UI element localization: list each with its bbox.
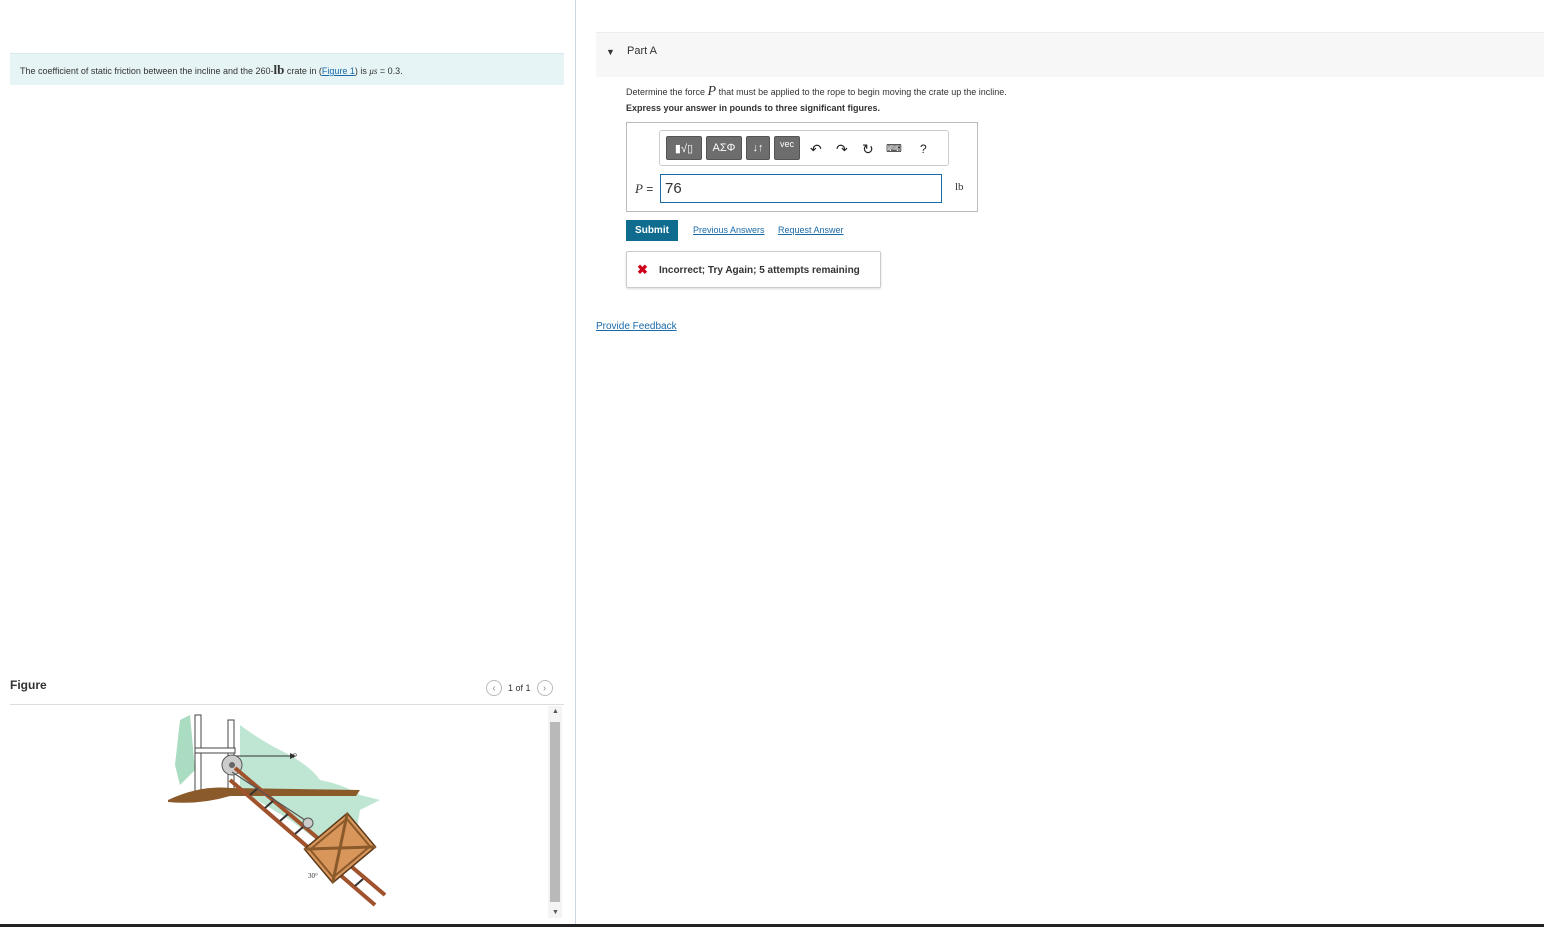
question-var: P (707, 84, 717, 99)
question-post: that must be applied to the rope to begi… (716, 87, 1007, 97)
part-a-header[interactable]: ▼ Part A (596, 32, 1544, 77)
figure-pulley-hub (229, 762, 235, 768)
question-instruction: Express your answer in pounds to three s… (626, 103, 881, 113)
scroll-down-icon[interactable]: ▼ (552, 909, 559, 916)
feedback-message: ✖ Incorrect; Try Again; 5 attempts remai… (626, 251, 881, 288)
figure-pager: ‹ 1 of 1 › (486, 680, 553, 696)
answer-box: ▮√▯ ΑΣΦ ↓↑ vec ↶ ↷ ↻ ⌨ ? P = lb (626, 122, 978, 212)
feedback-text: Incorrect; Try Again; 5 attempts remaini… (659, 265, 860, 276)
pager-text: 1 of 1 (508, 683, 531, 693)
figure-beam (194, 747, 236, 754)
figure-title: Figure (10, 678, 47, 692)
question-pre: Determine the force (626, 87, 708, 97)
question-text: Determine the force P that must be appli… (626, 84, 1007, 100)
undo-icon[interactable]: ↶ (810, 140, 822, 158)
figure-post-left (194, 714, 202, 796)
answer-eq: = (642, 182, 654, 196)
figure-wall-left (175, 715, 195, 785)
chevron-left-icon[interactable]: ‹ (486, 680, 502, 696)
answer-label: P = (635, 181, 653, 197)
math-toolbar: ▮√▯ ΑΣΦ ↓↑ vec ↶ ↷ ↻ ⌨ ? (659, 130, 949, 166)
answer-input[interactable] (660, 174, 942, 203)
keyboard-icon[interactable]: ⌨ (886, 140, 902, 158)
scroll-thumb[interactable] (550, 722, 560, 902)
templates-button[interactable]: ▮√▯ (666, 136, 702, 160)
reset-icon[interactable]: ↻ (862, 140, 874, 158)
request-answer-link[interactable]: Request Answer (778, 225, 844, 235)
figure-label-angle: 30° (308, 872, 318, 880)
problem-unit: lb (273, 62, 285, 77)
figure-link[interactable]: Figure 1 (322, 66, 355, 76)
figure-scrollbar[interactable]: ▲ ▼ (548, 706, 562, 918)
figure-divider (10, 704, 564, 705)
answer-var: P (635, 181, 643, 196)
previous-answers-link[interactable]: Previous Answers (693, 225, 765, 235)
greek-button[interactable]: ΑΣΦ (706, 136, 742, 160)
figure-label-p: P (293, 754, 297, 760)
scroll-up-icon[interactable]: ▲ (552, 708, 559, 715)
problem-text-post: ) is (354, 66, 370, 76)
arrows-button[interactable]: ↓↑ (746, 136, 770, 160)
problem-text-mid: crate in ( (284, 66, 322, 76)
vec-button[interactable]: vec (774, 136, 800, 160)
help-button[interactable]: ? (920, 140, 927, 158)
figure-image: P 30° (168, 714, 387, 907)
left-pane: The coefficient of static friction betwe… (0, 0, 576, 925)
problem-statement: The coefficient of static friction betwe… (10, 53, 564, 85)
redo-icon[interactable]: ↷ (836, 140, 848, 158)
part-label: Part A (627, 45, 657, 57)
problem-text-pre: The coefficient of static friction betwe… (20, 66, 274, 76)
submit-button[interactable]: Submit (626, 220, 678, 241)
figure-crate-pulley (302, 817, 314, 829)
mu-value: = 0.3. (377, 66, 403, 76)
x-icon: ✖ (637, 262, 648, 277)
answer-unit: lb (955, 181, 964, 193)
chevron-right-icon[interactable]: › (536, 680, 553, 696)
caret-down-icon[interactable]: ▼ (606, 47, 615, 57)
provide-feedback-link[interactable]: Provide Feedback (596, 321, 677, 332)
